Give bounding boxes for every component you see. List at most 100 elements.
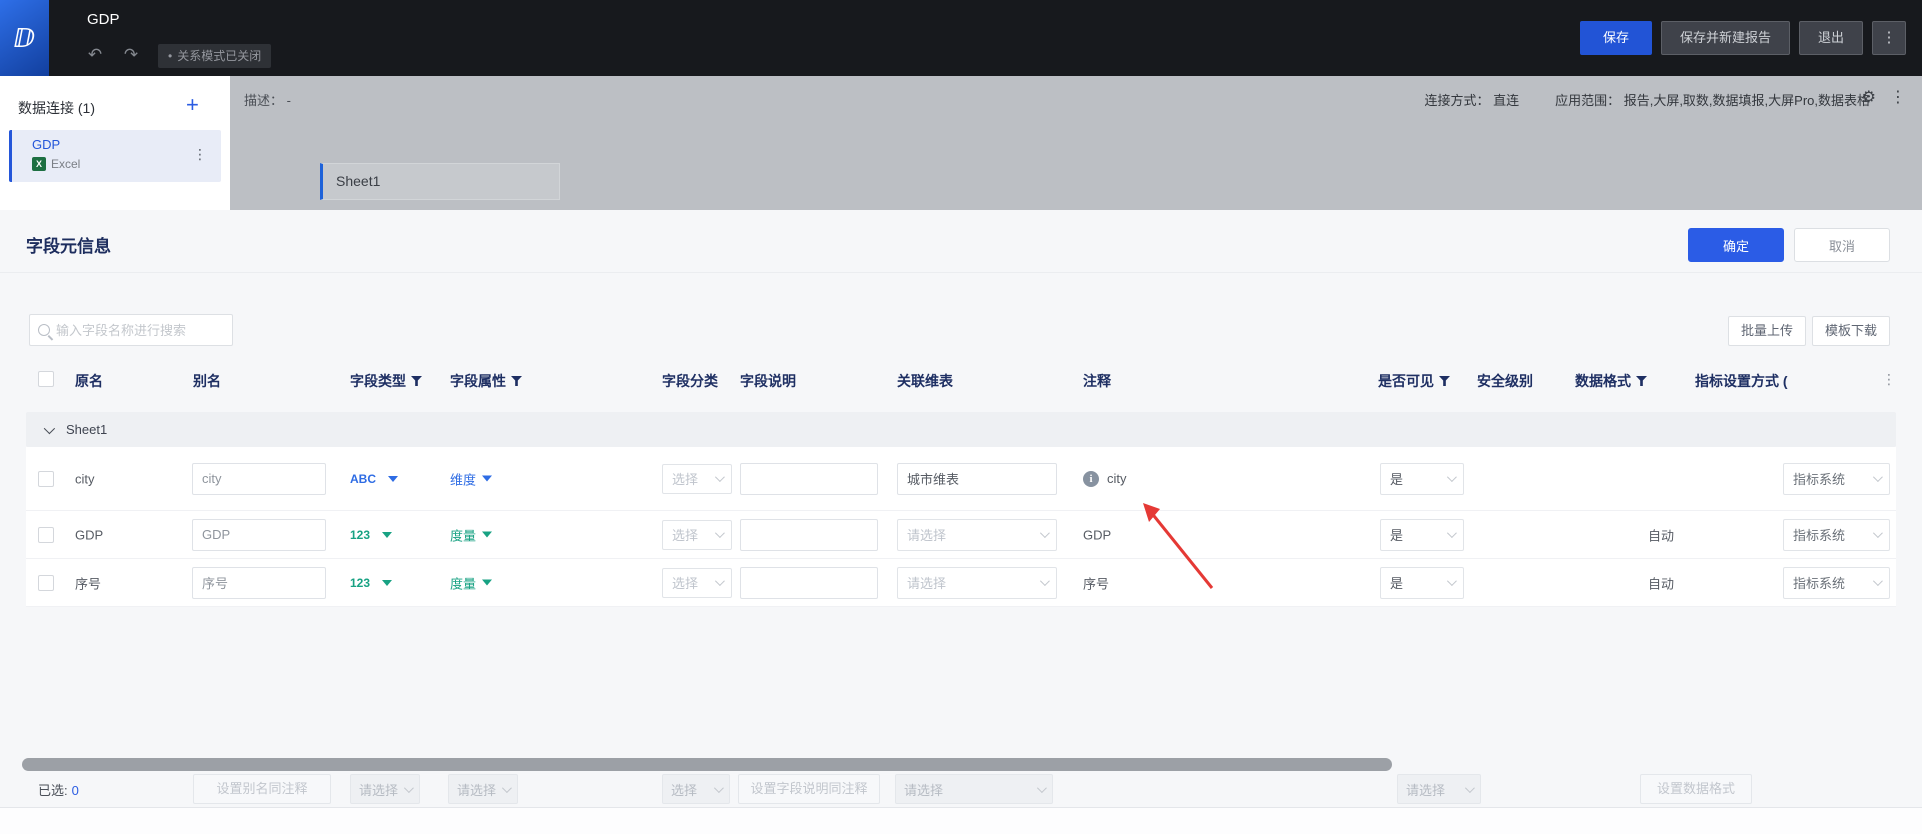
application-scope: 应用范围： 报告,大屏,取数,数据填报,大屏Pro,数据表格	[1555, 90, 1870, 109]
template-download-button[interactable]: 模板下载	[1812, 316, 1890, 346]
search-input[interactable]	[56, 323, 232, 338]
col-header-security: 安全级别	[1477, 371, 1533, 391]
dataset-title: GDP	[87, 11, 120, 28]
add-connection-icon[interactable]: +	[186, 92, 199, 118]
app-logo[interactable]: ⅅ	[0, 0, 49, 76]
indicator-mode-select[interactable]: 指标系统	[1783, 567, 1890, 599]
col-header-data-format[interactable]: 数据格式	[1575, 371, 1647, 391]
chevron-down-icon	[1873, 528, 1883, 538]
chevron-down-icon	[1040, 528, 1050, 538]
bulk-dim-select[interactable]: 请选择	[895, 774, 1053, 804]
indicator-mode-select[interactable]: 指标系统	[1783, 519, 1890, 551]
filter-funnel-icon[interactable]	[511, 376, 522, 386]
cancel-button[interactable]: 取消	[1794, 228, 1890, 262]
field-category-select[interactable]: 选择	[662, 520, 732, 550]
workspace-kebab-icon[interactable]: ⋮	[1890, 87, 1906, 107]
indicator-mode-select[interactable]: 指标系统	[1783, 463, 1890, 495]
filter-funnel-icon[interactable]	[1636, 376, 1647, 386]
col-header-indicator-mode: 指标设置方式 (	[1695, 371, 1788, 391]
row-checkbox[interactable]	[38, 471, 54, 487]
search-icon	[38, 324, 50, 336]
row-checkbox[interactable]	[38, 575, 54, 591]
bulk-visible-select[interactable]: 请选择	[1397, 774, 1481, 804]
filter-funnel-icon[interactable]	[411, 376, 422, 386]
field-table: 原名 别名 字段类型 字段属性 字段分类 字段说明 关联维表 注释 是否可见 安…	[26, 358, 1896, 607]
col-header-field-attr[interactable]: 字段属性	[450, 371, 522, 391]
field-type-dropdown[interactable]: 123	[350, 576, 392, 590]
filter-funnel-icon[interactable]	[1439, 376, 1450, 386]
alias-input[interactable]	[192, 463, 326, 495]
save-button[interactable]: 保存	[1580, 21, 1652, 55]
table-row: GDP 123 度量 选择 请选择 GDP 是 自动 指标系统	[26, 511, 1896, 559]
col-header-field-desc: 字段说明	[740, 371, 796, 391]
bulk-type-select[interactable]: 请选择	[350, 774, 420, 804]
original-name: 序号	[75, 573, 101, 592]
field-attr-dropdown[interactable]: 度量	[450, 525, 492, 544]
connection-item-gdp[interactable]: GDP X Excel ⋮	[9, 130, 221, 182]
col-header-visible[interactable]: 是否可见	[1378, 371, 1450, 391]
col-header-original-name: 原名	[75, 371, 103, 391]
header-kebab-icon[interactable]: ⋮	[1872, 21, 1906, 55]
chevron-down-icon	[1447, 576, 1457, 586]
field-attr-dropdown[interactable]: 维度	[450, 469, 492, 488]
field-attr-dropdown[interactable]: 度量	[450, 573, 492, 592]
column-config-kebab-icon[interactable]: ⋮	[1882, 371, 1896, 388]
comment-text: 序号	[1083, 573, 1109, 592]
selected-count: 已选:0	[38, 780, 79, 799]
chevron-down-icon	[1447, 528, 1457, 538]
alias-input[interactable]	[192, 519, 326, 551]
caret-down-icon	[482, 476, 492, 482]
visible-select[interactable]: 是	[1380, 567, 1464, 599]
field-desc-input[interactable]	[740, 519, 878, 551]
field-category-select[interactable]: 选择	[662, 568, 732, 598]
field-category-select[interactable]: 选择	[662, 464, 732, 494]
bulk-category-select[interactable]: 选择	[662, 774, 730, 804]
field-desc-input[interactable]	[740, 463, 878, 495]
visible-select[interactable]: 是	[1380, 463, 1464, 495]
alias-input[interactable]	[192, 567, 326, 599]
field-meta-panel: 字段元信息 确定 取消 批量上传 模板下载 原名 别名 字段类型 字段属性 字段…	[0, 210, 1922, 834]
comment-text: city	[1107, 471, 1127, 486]
chevron-down-icon	[715, 528, 725, 538]
col-header-field-type[interactable]: 字段类型	[350, 371, 422, 391]
connection-kebab-icon[interactable]: ⋮	[193, 146, 207, 163]
chevron-down-icon[interactable]	[44, 422, 55, 433]
chevron-down-icon	[502, 783, 512, 793]
badge-dot-icon: •	[168, 49, 172, 63]
row-checkbox[interactable]	[38, 527, 54, 543]
set-data-format-button[interactable]: 设置数据格式	[1640, 774, 1752, 804]
select-all-checkbox[interactable]	[38, 371, 54, 387]
dim-table-input[interactable]	[897, 463, 1057, 495]
caret-down-icon	[482, 532, 492, 538]
field-desc-input[interactable]	[740, 567, 878, 599]
field-type-dropdown[interactable]: ABC	[350, 472, 398, 486]
connection-type: X Excel	[32, 157, 80, 171]
original-name: GDP	[75, 527, 103, 542]
bulk-attr-select[interactable]: 请选择	[448, 774, 518, 804]
chevron-down-icon	[1465, 783, 1475, 793]
chevron-down-icon	[1447, 472, 1457, 482]
field-search-box[interactable]	[29, 314, 233, 346]
field-type-dropdown[interactable]: 123	[350, 528, 392, 542]
chevron-down-icon	[715, 576, 725, 586]
dim-table-select[interactable]: 请选择	[897, 519, 1057, 551]
sheet-tab[interactable]: Sheet1	[320, 163, 560, 200]
set-desc-as-comment-button[interactable]: 设置字段说明同注释	[738, 774, 880, 804]
undo-icon[interactable]: ↶	[84, 44, 106, 66]
bulk-upload-button[interactable]: 批量上传	[1728, 316, 1806, 346]
logo-d-icon: ⅅ	[14, 23, 36, 54]
redo-icon[interactable]: ↷	[120, 44, 142, 66]
caret-down-icon	[482, 580, 492, 586]
set-alias-as-comment-button[interactable]: 设置别名同注释	[193, 774, 331, 804]
dim-table-select[interactable]: 请选择	[897, 567, 1057, 599]
chevron-down-icon	[404, 783, 414, 793]
visible-select[interactable]: 是	[1380, 519, 1464, 551]
exit-button[interactable]: 退出	[1799, 21, 1863, 55]
settings-gear-icon[interactable]: ⚙	[1862, 87, 1876, 107]
header-actions: 保存 保存并新建报告 退出 ⋮	[1580, 21, 1906, 55]
divider	[0, 272, 1922, 273]
save-and-new-report-button[interactable]: 保存并新建报告	[1661, 21, 1790, 55]
confirm-button[interactable]: 确定	[1688, 228, 1784, 262]
sheet-group-row[interactable]: Sheet1	[26, 412, 1896, 447]
horizontal-scrollbar[interactable]	[22, 758, 1392, 771]
